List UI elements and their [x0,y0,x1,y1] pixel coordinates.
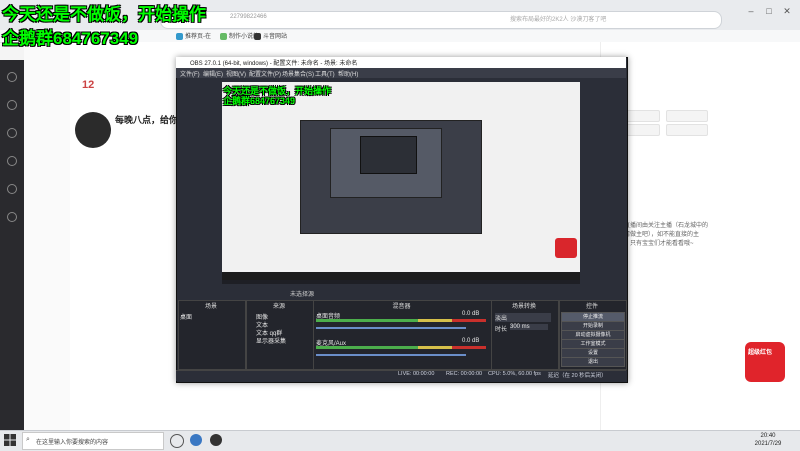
menu-scene-collection[interactable]: 场景集合(S) [282,69,314,78]
sidebar-category-icon[interactable] [2,128,22,140]
mixer-channel-db: 0.0 dB [462,311,480,317]
scenes-title: 场景 [204,304,217,310]
sources-title: 来源 [272,304,285,310]
overlay-watermark-line2: 企鹅群684767349 [2,29,139,48]
taskbar-search-placeholder: 在这里输入你要搜索的内容 [36,440,109,446]
controls-title: 控件 [585,304,598,310]
source-item[interactable]: 显示器采集 [256,336,286,345]
menu-help[interactable]: 帮助(H) [338,69,358,78]
menu-edit[interactable]: 编辑(E) [203,69,223,78]
bookmark-3[interactable]: 斗音网站 [254,31,287,40]
transition-select[interactable]: 淡出 [495,313,551,322]
nested-obs-capture-3 [360,136,417,174]
frames-status: 延迟（在 20 秒后关闭） [548,373,607,379]
windows-start-icon[interactable] [4,434,16,446]
audio-meter [316,346,486,349]
mixer-title: 混音器 [392,304,411,310]
volume-slider[interactable] [316,327,466,329]
cpu-status: CPU: 5.0%, 60.00 fps [488,371,541,377]
gift-label: 超级红包 [748,350,773,356]
preview-watermark-line2: 企鹅群684767349 [223,96,296,106]
sidebar-game-icon[interactable] [2,184,22,196]
sidebar-live-icon[interactable] [2,100,22,112]
right-panel-button-4[interactable] [666,124,708,136]
transitions-title: 场景转换 [511,304,536,310]
menu-tools[interactable]: 工具(T) [315,69,335,78]
menu-profile[interactable]: 配置文件(P) [249,69,281,78]
clock-time[interactable]: 20:40 [752,433,784,439]
menu-view[interactable]: 视图(V) [226,69,246,78]
rec-timer: REC: 00:00:00 [446,371,483,377]
duration-label: 时长 [495,327,508,333]
cortana-icon[interactable] [170,434,184,448]
duration-input[interactable]: 300 ms [510,324,548,330]
obs-title: OBS 27.0.1 (64-bit, windows) - 配置文件: 未命名… [190,61,358,67]
streamer-avatar[interactable] [75,112,111,148]
live-timer: LIVE: 00:00:00 [398,371,435,377]
scene-item[interactable]: 桌面 [180,312,192,321]
left-sidebar [0,60,24,430]
minimize-icon[interactable]: – [744,6,758,16]
clock-date[interactable]: 2021/7/29 [752,441,784,447]
audio-meter [316,319,486,322]
search-icon: ⌕ [26,436,30,443]
sidebar-home-icon[interactable] [2,72,22,84]
volume-slider[interactable] [316,354,466,356]
bookmark-1[interactable]: 推荐页-在 [176,31,211,40]
maximize-icon[interactable]: □ [762,6,776,16]
address-text: 22799822466 [230,14,267,20]
sidebar-more-icon[interactable] [2,212,22,224]
transitions-dock [491,300,559,370]
close-icon[interactable]: ✕ [780,6,794,16]
overlay-watermark-line1: 今天还是不做饭，开始操作 [2,5,206,24]
scenes-dock [178,300,246,370]
right-panel-button-2[interactable] [666,110,708,122]
search-hint[interactable]: 搜索布局最好的2K2人 沙漠刀客了吧 [510,14,606,23]
mixer-channel-db: 0.0 dB [462,338,480,344]
menu-file[interactable]: 文件(F) [180,69,200,78]
chat-notice: 本直播间由关注主播（石龙城中的心情做主吧），如不能直接的主播，只有宝宝们才能看看… [618,223,709,247]
preview-gift-icon [555,238,577,258]
exit-button[interactable]: 退出 [561,357,625,367]
obs-mode-tabs[interactable]: 未选择源 [290,289,314,298]
sidebar-follow-icon[interactable] [2,156,22,168]
browser-app-icon[interactable] [190,434,202,446]
preview-taskbar [222,272,580,280]
level-number: 12 [82,79,95,91]
obs-app-icon[interactable] [210,434,222,446]
